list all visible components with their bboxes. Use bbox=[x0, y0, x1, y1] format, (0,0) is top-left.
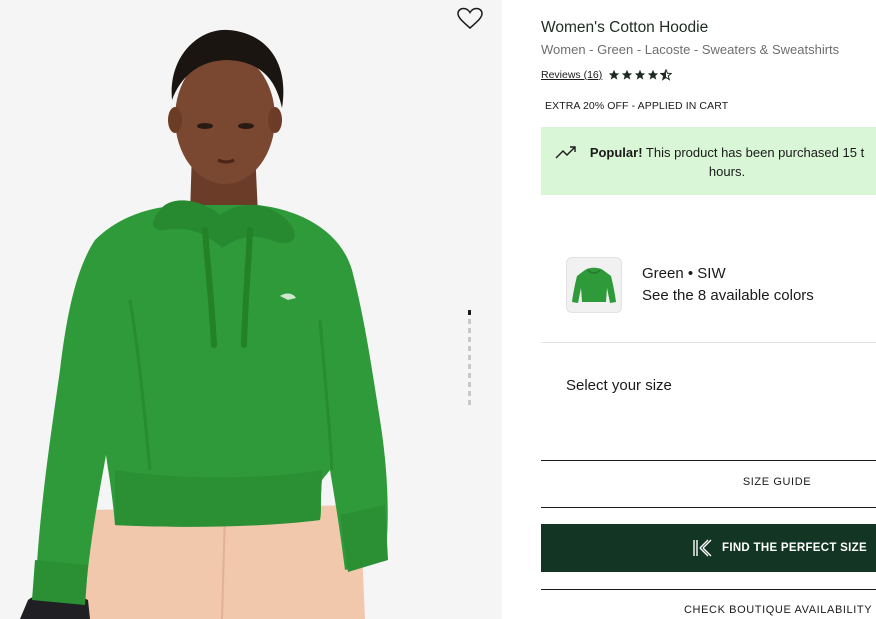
selected-color-name: Green • SIW bbox=[642, 265, 726, 282]
gallery-dot[interactable] bbox=[467, 337, 471, 342]
promo-text: EXTRA 20% OFF - APPLIED IN CART bbox=[545, 100, 729, 112]
star-rating bbox=[608, 69, 673, 81]
size-guide-link[interactable]: SIZE GUIDE bbox=[541, 476, 876, 488]
star-icon bbox=[635, 69, 646, 80]
gallery-dot[interactable] bbox=[467, 328, 471, 333]
star-icon bbox=[648, 69, 659, 80]
product-photo bbox=[0, 0, 502, 619]
gallery-dot[interactable] bbox=[467, 310, 471, 315]
popular-line2: hours. bbox=[708, 164, 746, 179]
popular-strong: Popular! bbox=[589, 145, 643, 160]
gallery-dot[interactable] bbox=[467, 319, 471, 324]
divider bbox=[541, 460, 876, 461]
gallery-dot[interactable] bbox=[467, 391, 471, 396]
divider bbox=[541, 589, 876, 590]
star-icon bbox=[622, 69, 633, 80]
product-image-panel[interactable] bbox=[0, 0, 502, 619]
product-title: Women's Cotton Hoodie bbox=[541, 19, 709, 36]
star-half-icon bbox=[660, 69, 673, 81]
color-selector[interactable]: Green • SIW See the 8 available colors bbox=[566, 257, 814, 313]
wishlist-button[interactable] bbox=[456, 6, 484, 32]
check-boutique-availability-link[interactable]: CHECK BOUTIQUE AVAILABILITY bbox=[684, 604, 872, 616]
trending-up-icon bbox=[555, 146, 576, 159]
reviews-row: Reviews (16) bbox=[541, 69, 673, 81]
product-info-panel: Women's Cotton Hoodie Women - Green - La… bbox=[541, 0, 876, 619]
color-info: Green • SIW See the 8 available colors bbox=[642, 263, 814, 307]
size-selector-label: Select your size bbox=[566, 377, 672, 394]
divider bbox=[541, 507, 876, 508]
k-logo-icon bbox=[693, 539, 712, 557]
gallery-dot[interactable] bbox=[467, 373, 471, 378]
popular-banner: Popular! This product has been purchased… bbox=[541, 127, 876, 195]
gallery-pagination[interactable] bbox=[466, 310, 472, 409]
color-swatch[interactable] bbox=[566, 257, 622, 313]
gallery-dot[interactable] bbox=[467, 400, 471, 405]
gallery-dot[interactable] bbox=[467, 382, 471, 387]
gallery-dot[interactable] bbox=[467, 364, 471, 369]
gallery-dot[interactable] bbox=[467, 346, 471, 351]
find-perfect-size-button[interactable]: FIND THE PERFECT SIZE bbox=[541, 524, 876, 572]
star-icon bbox=[609, 69, 620, 80]
available-colors-link[interactable]: See the 8 available colors bbox=[642, 285, 814, 307]
popular-message: Popular! This product has been purchased… bbox=[577, 143, 876, 181]
reviews-link[interactable]: Reviews (16) bbox=[541, 69, 602, 81]
hoodie-thumbnail bbox=[572, 267, 616, 303]
heart-outline-icon bbox=[457, 7, 483, 29]
popular-line1: This product has been purchased 15 t bbox=[642, 145, 865, 160]
divider bbox=[541, 342, 876, 343]
find-perfect-size-label: FIND THE PERFECT SIZE bbox=[722, 542, 867, 554]
product-breadcrumb: Women - Green - Lacoste - Sweaters & Swe… bbox=[541, 42, 840, 57]
gallery-dot[interactable] bbox=[467, 355, 471, 360]
